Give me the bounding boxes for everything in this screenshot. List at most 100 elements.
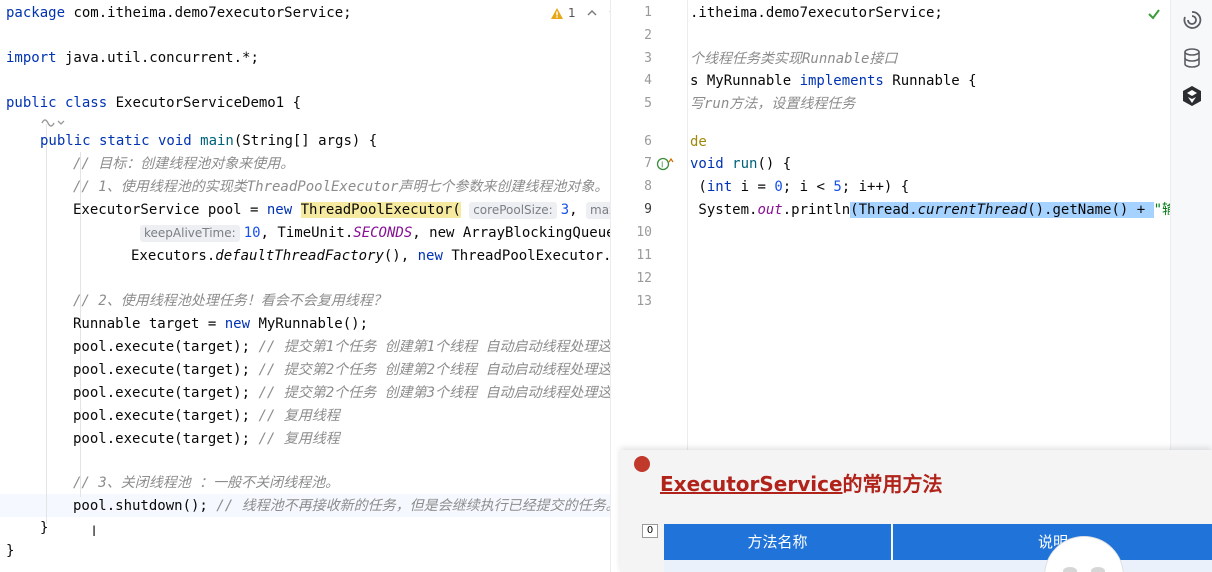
number-literal: 0	[774, 179, 783, 195]
static-field: out	[757, 202, 783, 218]
line-number: 8	[644, 179, 652, 194]
slide-title-en: ExecutorService	[660, 472, 843, 496]
slide-overlay: ExecutorService的常用方法 0 方法名称 说明	[620, 450, 1212, 572]
code-comment: // 复用线程	[258, 431, 340, 447]
line-number: 1	[644, 5, 652, 20]
keyword: new	[417, 248, 443, 264]
line-number: 13	[636, 294, 652, 309]
right-code-editor[interactable]: 1 2 3 4 5 6 7 8 9 10 11 12 13 I .itheima…	[620, 0, 1170, 450]
code-line: package com.itheima.demo7executorService…	[6, 2, 352, 24]
ai-assistant-icon[interactable]	[1180, 8, 1204, 32]
indent-guide	[46, 124, 47, 524]
package-name: com.itheima.demo7executorService;	[65, 5, 352, 21]
methods-table: 方法名称 说明	[664, 524, 1212, 572]
chevron-up-icon[interactable]	[586, 7, 598, 19]
code-line: Executors.defaultThreadFactory(), new Th…	[131, 245, 620, 267]
paren: (	[452, 202, 461, 218]
timeunit-ref: , TimeUnit.	[260, 225, 354, 241]
editor-splitter[interactable]	[610, 0, 620, 572]
execute-call: pool.execute(target);	[73, 385, 259, 401]
code-comment: // 线程池不再接收新的任务，但是会继续执行已经提交的任务。	[216, 498, 620, 514]
plugin-icon[interactable]	[1180, 84, 1204, 108]
database-icon[interactable]	[1180, 46, 1204, 70]
policy-ref: ThreadPoolExecutor.Ab	[442, 248, 620, 264]
keyword: void	[690, 156, 724, 172]
line-number-gutter: 1 2 3 4 5 6 7 8 9 10 11 12 13 I	[620, 0, 688, 450]
code-line: pool.execute(target); // 提交第1个任务 创建第1个线程…	[73, 336, 620, 358]
left-code-editor[interactable]: package com.itheima.demo7executorService…	[0, 0, 620, 572]
code-comment: // 提交第2个任务 创建第3个线程 自动启动线程处理这个	[258, 385, 620, 401]
static-call: defaultThreadFactory	[215, 248, 384, 264]
call-rest: (),	[383, 248, 418, 264]
code-line: ExecutorService pool = new ThreadPoolExe…	[73, 199, 620, 221]
line-number: 5	[644, 96, 652, 111]
code-line: pool.execute(target); // 复用线程	[73, 405, 340, 427]
class-decl: s MyRunnable	[690, 73, 800, 89]
warning-count: 1	[568, 6, 576, 20]
loop-var: i =	[732, 179, 775, 195]
line-number: 6	[644, 134, 652, 149]
code-comment: // 目标：创建线程池对象来使用。	[73, 156, 295, 172]
number-literal: 3	[560, 202, 570, 218]
keyword: new	[224, 316, 251, 332]
keyword: public class	[6, 95, 108, 111]
println-call: .println	[782, 202, 851, 218]
ai-hint-icon[interactable]	[40, 116, 66, 130]
line-number: 3	[644, 51, 652, 66]
keyword: implements	[799, 73, 884, 89]
code-line: (int i = 0; i < 5; i++) {	[690, 176, 909, 198]
code-line: import java.util.concurrent.*;	[6, 47, 259, 69]
code-line: }	[40, 520, 49, 536]
code-comment: // 1、使用线程池的实现类ThreadPoolExecutor声明七个参数来创…	[73, 179, 609, 195]
table-header-method: 方法名称	[664, 524, 892, 560]
for-open: (	[690, 179, 707, 195]
import-name: java.util.concurrent.*;	[56, 50, 259, 66]
execute-call: pool.execute(target);	[73, 339, 259, 355]
keyword: package	[6, 5, 66, 21]
override-gutter-icon[interactable]: I	[656, 157, 674, 171]
line-number: 11	[636, 248, 652, 263]
number-literal: 10	[243, 225, 261, 241]
code-line: pool.shutdown(); // 线程池不再接收新的任务，但是会继续执行已…	[73, 495, 620, 517]
code-line: void run() {	[690, 153, 791, 175]
line-number: 9	[644, 202, 652, 217]
line-number: 10	[636, 225, 652, 240]
execute-call: pool.execute(target);	[73, 362, 259, 378]
code-line: public static void main(String[] args) {	[40, 130, 377, 152]
system-ref: System.	[690, 202, 758, 218]
execute-call: pool.execute(target);	[73, 431, 259, 447]
check-icon	[1148, 9, 1160, 20]
keyword: public static void	[40, 133, 192, 149]
static-field: SECONDS	[353, 225, 413, 241]
method-name: main	[191, 133, 234, 149]
interface-name: Runnable {	[883, 73, 977, 89]
mascot-eye	[1063, 567, 1077, 572]
mascot-eye	[1091, 567, 1105, 572]
slide-bullet-dot	[634, 456, 650, 472]
code-line: pool.execute(target); // 提交第2个任务 创建第2个线程…	[73, 359, 620, 381]
code-comment: // 3、关闭线程池 ：一般不关闭线程池。	[73, 475, 340, 491]
code-line: System.out.println(Thread.currentThread(…	[690, 199, 1170, 221]
execute-call: pool.execute(target);	[73, 408, 259, 424]
slide-title: ExecutorService的常用方法	[660, 468, 943, 497]
code-comment: // 复用线程	[258, 408, 340, 424]
code-line: }	[6, 543, 15, 559]
selected-text: currentThread	[917, 202, 1028, 218]
selected-text: ().getName() +	[1027, 202, 1154, 218]
string-literal: "输	[1153, 202, 1170, 218]
class-reference: ThreadPoolExecutor	[300, 202, 453, 218]
executors-ref: Executors.	[131, 248, 216, 264]
slide-title-cn: 的常用方法	[842, 472, 943, 496]
code-comment: // 提交第1个任务 创建第1个线程 自动启动线程处理这个	[258, 339, 620, 355]
line-number: 12	[636, 271, 652, 286]
loop-incr: ; i++) {	[841, 179, 910, 195]
warning-icon[interactable]	[550, 7, 564, 20]
queue-ref: , new ArrayBlockingQueue<>	[412, 225, 620, 241]
pool-declaration: ExecutorService pool =	[73, 202, 267, 218]
code-line: pool.execute(target); // 提交第2个任务 创建第3个线程…	[73, 382, 620, 404]
line-number: 2	[644, 28, 652, 43]
runnable-declaration: Runnable target =	[73, 316, 225, 332]
svg-text:I: I	[661, 161, 663, 170]
class-name: ExecutorServiceDemo1 {	[107, 95, 302, 111]
ibeam-cursor: I	[92, 524, 97, 540]
